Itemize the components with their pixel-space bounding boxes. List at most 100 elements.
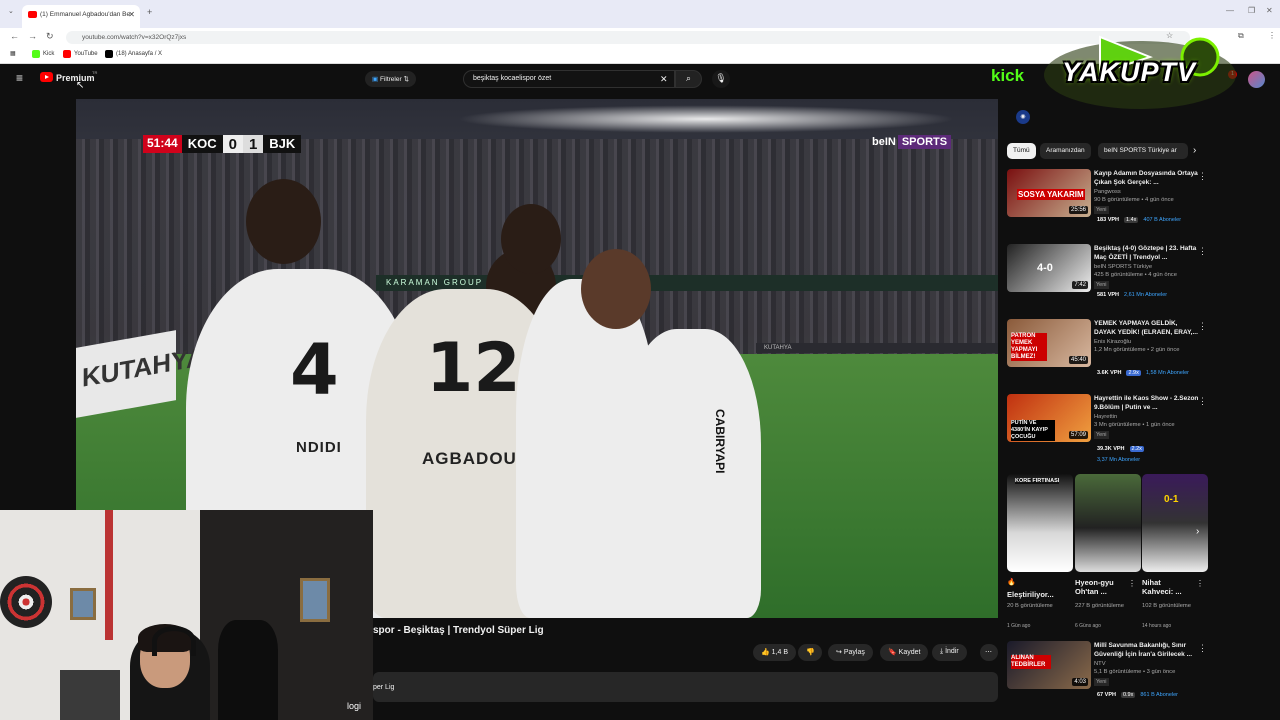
avatar[interactable] [1248, 71, 1265, 88]
video-thumbnail[interactable]: ALINAN TEDBİRLER 4:03 [1007, 641, 1091, 689]
url-text: youtube.com/watch?v=x32OrQz7jxs [82, 34, 187, 41]
more-icon[interactable]: ⋮ [1198, 643, 1207, 654]
back-icon[interactable]: ← [10, 31, 19, 41]
rec-title: Kayıp Adamın Dosyasında Ortaya Çıkan Şok… [1094, 170, 1198, 186]
browser-tab[interactable]: (1) Emmanuel Agbadou'dan Be ✕ [22, 5, 140, 28]
webcam-overlay: logi [0, 510, 373, 720]
youtube-logo-icon[interactable] [40, 72, 53, 82]
bookmark-x[interactable]: (18) Anasayfa / X [105, 50, 162, 58]
short-title: Nihat Kahveci: ... [1142, 578, 1182, 596]
gaming-chair [218, 620, 278, 720]
video-thumbnail[interactable]: 4-0 7:42 [1007, 244, 1091, 292]
save-label: Kaydet [898, 649, 921, 656]
close-tab-icon[interactable]: ✕ [128, 10, 135, 19]
list-item[interactable]: PUTİN VE 4380'İN KAYIP ÇOCUĞU 57:09 Hayr… [1007, 394, 1217, 464]
menu-dots-icon[interactable]: ⋮ [1268, 31, 1276, 40]
webcam-brand: logi [347, 701, 362, 711]
search-icon: ⌕ [685, 73, 692, 83]
rec-channel: Enis Kirazoğlu [1094, 339, 1132, 345]
thumbnail-text: PUTİN VE 4380'İN KAYIP ÇOCUĞU [1011, 420, 1055, 441]
duration: 57:09 [1068, 431, 1088, 439]
rec-views: 425 B görüntüleme • 4 gün önce [1094, 272, 1177, 278]
live-badge-icon[interactable]: ◉ [1016, 110, 1030, 124]
x-icon [105, 50, 113, 58]
chip-from-search[interactable]: Aramanızdan [1040, 143, 1091, 159]
more-actions-button[interactable]: ⋯ [980, 644, 998, 661]
hamburger-menu-icon[interactable]: ≡ [16, 71, 23, 85]
share-label: Paylaş [843, 649, 865, 656]
jersey-number: 12 [426, 329, 521, 408]
close-window-icon[interactable]: ✕ [1266, 6, 1273, 15]
video-thumbnail[interactable]: SOSYA YAKARIM 25:56 [1007, 169, 1091, 217]
clear-search-icon[interactable]: ✕ [660, 74, 668, 85]
short-views: 227 B görüntüleme [1075, 603, 1124, 609]
rec-stats: 581 VPH 2,61 Mn Aboneler [1097, 292, 1167, 298]
more-icon[interactable]: ⋮ [1196, 579, 1204, 588]
share-button[interactable]: ↪ Paylaş [828, 644, 873, 661]
chip-all[interactable]: Tümü [1007, 143, 1036, 159]
bookmark-kick[interactable]: Kick [32, 50, 54, 58]
search-button[interactable]: ⌕ [675, 70, 702, 88]
chevron-right-icon[interactable]: › [1196, 526, 1199, 537]
more-icon[interactable]: ⋮ [1198, 396, 1207, 407]
list-item[interactable]: PATRON YEMEK YAPMAYI BİLMEZ! 45:40 YEMEK… [1007, 319, 1217, 389]
url-field[interactable]: youtube.com/watch?v=x32OrQz7jxs [66, 31, 1190, 44]
thumbnail-text: ALINAN TEDBİRLER [1011, 655, 1051, 669]
short-thumbnail[interactable]: 0-1 › [1142, 474, 1208, 572]
description-box[interactable]: per Lig [373, 672, 998, 702]
away-score: 1 [242, 135, 264, 153]
video-thumbnail[interactable]: PUTİN VE 4380'İN KAYIP ÇOCUĞU 57:09 [1007, 394, 1091, 442]
rec-channel: beIN SPORTS Türkiye [1094, 264, 1153, 270]
new-badge: Yeni [1094, 281, 1109, 289]
search-value: beşiktaş kocaelispor özet [473, 75, 552, 82]
rec-stats: 39.3K VPH 2.2x [1097, 446, 1144, 452]
ratio: 1.4x [1124, 217, 1139, 223]
short-thumbnail[interactable]: KORE FIRTINASI [1007, 474, 1073, 572]
bookmark-youtube[interactable]: YouTube [63, 50, 98, 58]
tab-search-icon[interactable]: ⌄ [8, 7, 14, 15]
video-title: spor - Beşiktaş | Trendyol Süper Lig [373, 625, 544, 636]
video-thumbnail[interactable]: PATRON YEMEK YAPMAYI BİLMEZ! 45:40 [1007, 319, 1091, 367]
more-icon[interactable]: ⋮ [1198, 171, 1207, 182]
list-item[interactable]: ALINAN TEDBİRLER 4:03 Millî Savunma Baka… [1007, 641, 1217, 703]
player-head [581, 249, 651, 329]
short-thumbnail[interactable] [1075, 474, 1141, 572]
download-label: İndir [945, 648, 959, 655]
bookmark-label: YouTube [74, 51, 98, 57]
short-age: 1 Gün ago [1007, 623, 1031, 629]
more-icon[interactable]: ⋮ [1128, 579, 1136, 588]
duration: 25:56 [1068, 206, 1088, 214]
reload-icon[interactable]: ↻ [46, 31, 54, 42]
match-clock: 51:44 [143, 135, 182, 153]
new-badge: Yeni [1094, 206, 1109, 214]
maximize-icon[interactable]: ❐ [1248, 6, 1255, 15]
voice-search-button[interactable]: 🎙 [712, 70, 730, 88]
rec-views: 3 Mn görüntüleme • 1 gün önce [1094, 422, 1175, 428]
picture-frame [70, 588, 96, 620]
new-tab-icon[interactable]: + [147, 7, 152, 17]
download-button[interactable]: ⤓ İndir [932, 644, 967, 661]
rec-stats: 183 VPH 1.4x 407 B Aboneler [1097, 217, 1181, 223]
sponsor-text: CABIRYAPI [713, 409, 727, 474]
forward-icon[interactable]: → [28, 31, 37, 41]
more-icon[interactable]: ⋮ [1198, 321, 1207, 332]
chip-bein[interactable]: beIN SPORTS Türkiye ar [1098, 143, 1188, 159]
list-item[interactable]: SOSYA YAKARIM 25:56 Kayıp Adamın Dosyası… [1007, 169, 1217, 239]
rec-stats: 67 VPH 0.9x 861 B Aboneler [1097, 692, 1178, 698]
chevron-right-icon[interactable]: › [1193, 145, 1196, 156]
rec-views: 90 B görüntüleme • 4 gün önce [1094, 197, 1174, 203]
minimize-icon[interactable]: — [1226, 6, 1234, 15]
apps-icon[interactable]: ▦ [10, 50, 16, 57]
search-input[interactable]: beşiktaş kocaelispor özet ✕ [463, 70, 675, 88]
home-score: 0 [222, 135, 243, 153]
player-right: CABIRYAPI [621, 329, 761, 618]
like-button[interactable]: 👍 1,4 B [753, 644, 797, 661]
rec-title: Beşiktaş (4-0) Göztepe | 23. Hafta Maç Ö… [1094, 245, 1197, 261]
save-button[interactable]: 🔖 Kaydet [880, 644, 929, 661]
dislike-button[interactable]: 👎 [798, 644, 822, 661]
filters-button[interactable]: ▣ Filtreler ⇅ [365, 71, 416, 87]
more-icon[interactable]: ⋮ [1198, 246, 1207, 257]
bookmark-label: (18) Anasayfa / X [116, 51, 163, 57]
list-item[interactable]: 4-0 7:42 Beşiktaş (4-0) Göztepe | 23. Ha… [1007, 244, 1217, 314]
share-icon: ↪ [836, 649, 842, 656]
